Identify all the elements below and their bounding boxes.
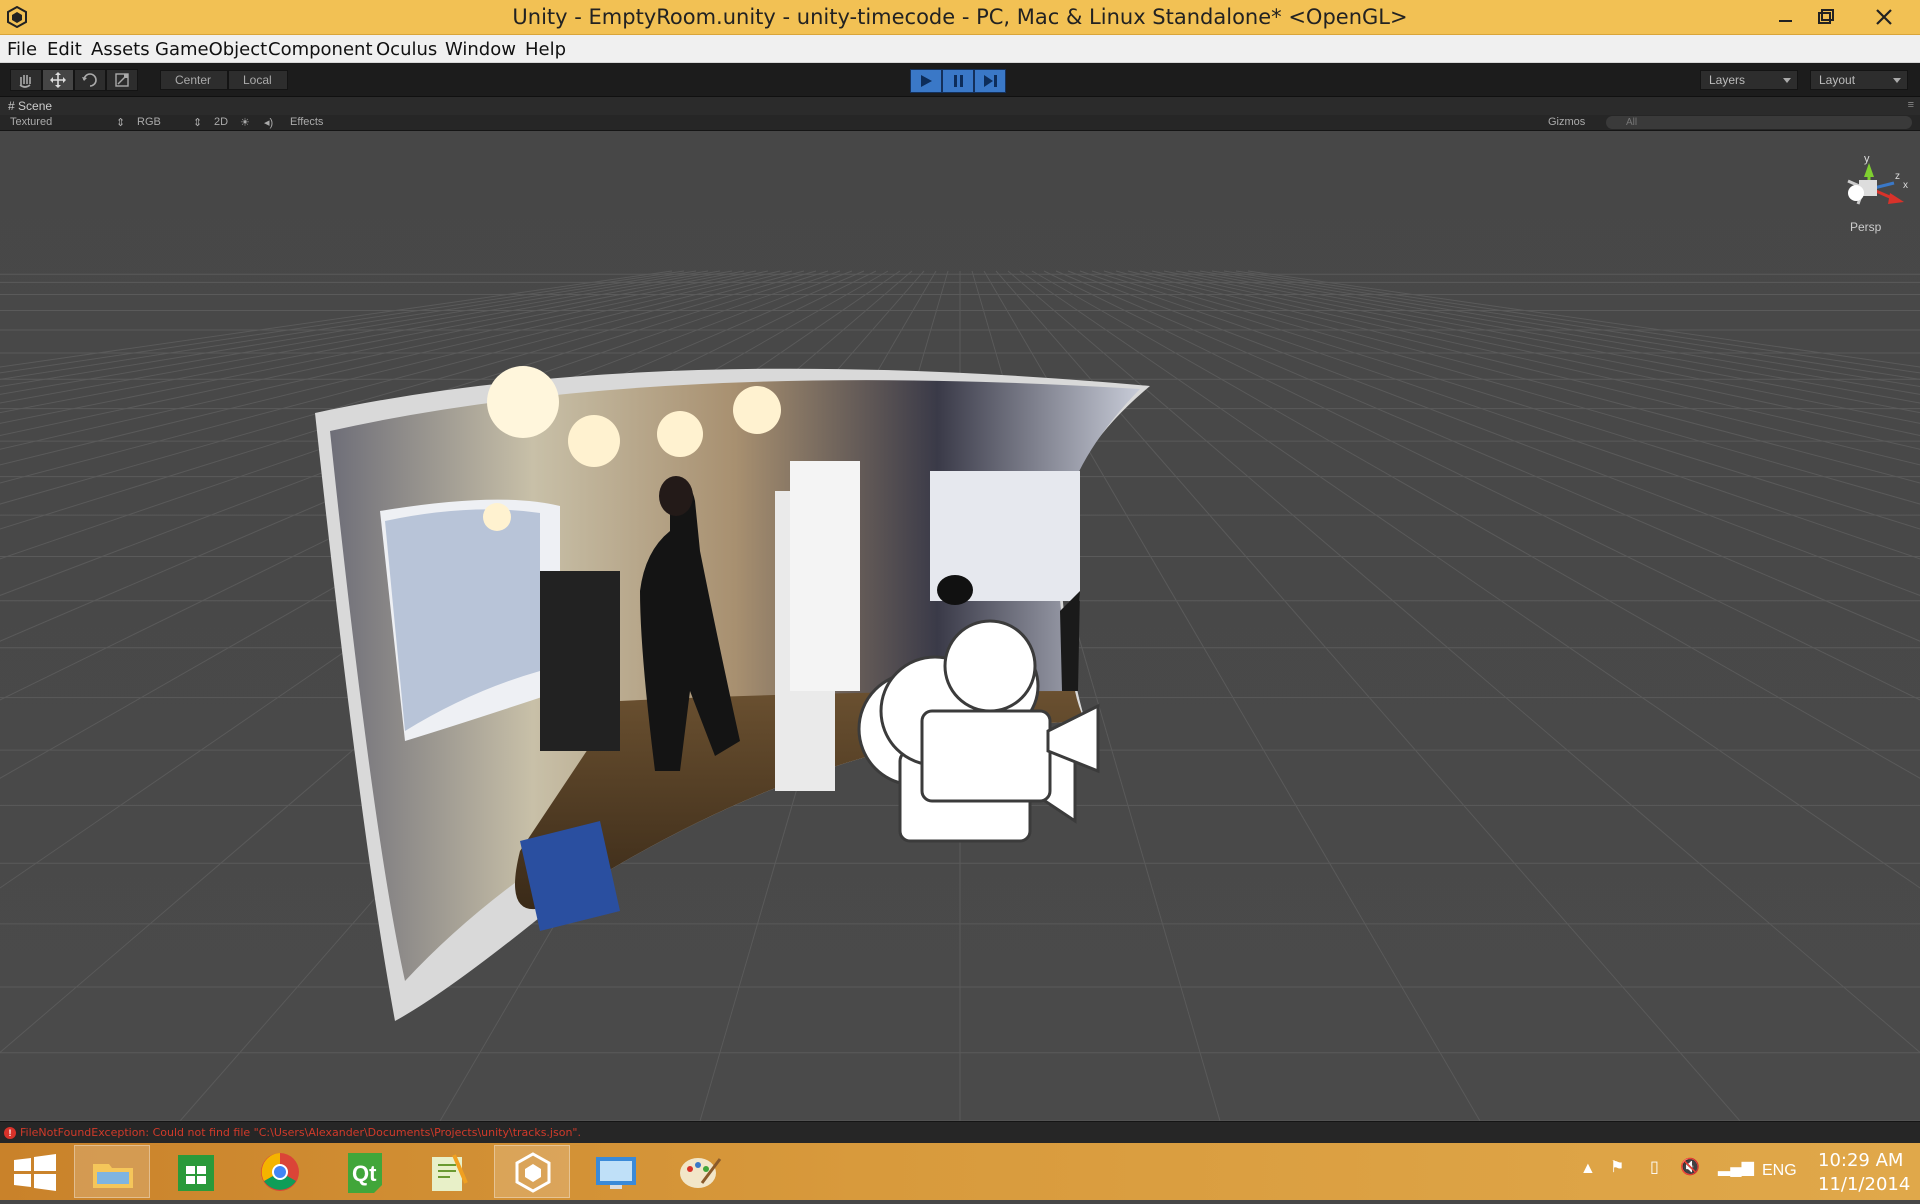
- draw-mode-caret: ⇕: [116, 117, 126, 129]
- chevron-down-icon: [1783, 78, 1791, 83]
- menu-component[interactable]: Component: [268, 39, 373, 60]
- hand-tool-icon[interactable]: [10, 69, 42, 91]
- pivot-local-toggle[interactable]: Local: [228, 70, 288, 90]
- windows-start-icon[interactable]: [0, 1145, 70, 1198]
- menu-gameobject[interactable]: GameObject: [155, 39, 267, 60]
- tab-scene[interactable]: # Scene: [8, 99, 52, 113]
- gizmo-y-label: y: [1864, 153, 1870, 165]
- scene-audio-icon[interactable]: ◂): [264, 116, 273, 129]
- qt-creator-icon[interactable]: Qt: [326, 1145, 402, 1198]
- pivot-local-label: Local: [243, 73, 272, 87]
- render-mode-dropdown[interactable]: RGB: [137, 116, 161, 128]
- pause-button[interactable]: [942, 69, 974, 93]
- show-hidden-icons[interactable]: ▲: [1580, 1160, 1596, 1178]
- notepad-plus-plus-icon[interactable]: [410, 1145, 486, 1198]
- windows-store-icon[interactable]: [158, 1145, 234, 1198]
- mode-2d-toggle[interactable]: 2D: [214, 116, 228, 128]
- scene-lighting-icon[interactable]: ☀: [240, 116, 250, 129]
- console-error-message[interactable]: FileNotFoundException: Could not find fi…: [20, 1126, 581, 1139]
- clock-time[interactable]: 10:29 AM: [1818, 1150, 1903, 1171]
- paint-icon[interactable]: [662, 1145, 738, 1198]
- scene-search-input[interactable]: All: [1606, 116, 1912, 129]
- gizmos-dropdown[interactable]: Gizmos: [1548, 116, 1585, 128]
- network-icon[interactable]: ▂▄▆: [1718, 1157, 1754, 1177]
- error-icon: !: [4, 1127, 16, 1139]
- menu-help[interactable]: Help: [525, 39, 566, 60]
- windows-taskbar: Qt ▲ ⚑ ▯ 🔇 ▂▄▆ ENG 10:29 AM 11/1/2014: [0, 1143, 1920, 1200]
- draw-mode-dropdown[interactable]: Textured: [10, 116, 52, 128]
- chevron-down-icon: [1893, 78, 1901, 83]
- scene-render: y z x Persp: [0, 131, 1920, 1121]
- main-toolbar: Center Local Layers Layout: [0, 63, 1920, 97]
- menu-edit[interactable]: Edit: [47, 39, 82, 60]
- move-tool-icon[interactable]: [42, 69, 74, 91]
- console-status-bar[interactable]: ! FileNotFoundException: Could not find …: [0, 1121, 1920, 1143]
- layout-label: Layout: [1819, 73, 1856, 87]
- panel-menu-icon[interactable]: ≡: [1908, 99, 1914, 111]
- file-explorer-icon[interactable]: [74, 1145, 150, 1198]
- minimize-icon[interactable]: [1766, 0, 1806, 34]
- menu-file[interactable]: File: [7, 39, 37, 60]
- layout-dropdown[interactable]: Layout: [1810, 70, 1908, 90]
- projection-label[interactable]: Persp: [1850, 220, 1882, 234]
- step-button[interactable]: [974, 69, 1006, 93]
- action-center-flag-icon[interactable]: ⚑: [1610, 1157, 1624, 1177]
- render-mode-caret: ⇕: [193, 117, 203, 129]
- restore-icon[interactable]: [1806, 0, 1846, 34]
- battery-icon[interactable]: ▯: [1650, 1157, 1659, 1177]
- pivot-center-toggle[interactable]: Center: [160, 70, 228, 90]
- clock-date[interactable]: 11/1/2014: [1818, 1174, 1910, 1195]
- layers-dropdown[interactable]: Layers: [1700, 70, 1798, 90]
- scene-grid-icon: #: [8, 99, 15, 113]
- scene-toolbar: Textured ⇕ RGB ⇕ 2D ☀ ◂) Effects Gizmos …: [0, 115, 1920, 131]
- play-button[interactable]: [910, 69, 942, 93]
- gizmo-z-label: z: [1895, 171, 1900, 182]
- menu-bar: File Edit Assets GameObject Component Oc…: [0, 35, 1920, 63]
- menu-oculus[interactable]: Oculus: [376, 39, 437, 60]
- gizmo-x-label: x: [1903, 180, 1908, 191]
- window-title: Unity - EmptyRoom.unity - unity-timecode…: [512, 5, 1408, 29]
- remote-desktop-icon[interactable]: [578, 1145, 654, 1198]
- title-bar: Unity - EmptyRoom.unity - unity-timecode…: [0, 0, 1920, 35]
- close-icon[interactable]: [1856, 0, 1912, 34]
- volume-muted-icon[interactable]: 🔇: [1680, 1157, 1700, 1177]
- svg-text:Qt: Qt: [352, 1161, 377, 1186]
- menu-assets[interactable]: Assets: [91, 39, 150, 60]
- scene-tab-bar: # Scene ≡: [0, 97, 1920, 115]
- scene-tab-label: Scene: [18, 99, 53, 113]
- chrome-icon[interactable]: [242, 1145, 318, 1198]
- rotate-tool-icon[interactable]: [74, 69, 106, 91]
- menu-window[interactable]: Window: [445, 39, 516, 60]
- scale-tool-icon[interactable]: [106, 69, 138, 91]
- pivot-center-label: Center: [175, 73, 212, 87]
- effects-dropdown[interactable]: Effects: [290, 116, 323, 128]
- language-indicator[interactable]: ENG: [1762, 1162, 1797, 1180]
- layers-label: Layers: [1709, 73, 1746, 87]
- scene-viewport[interactable]: y z x Persp: [0, 131, 1920, 1121]
- unity-icon[interactable]: [494, 1145, 570, 1198]
